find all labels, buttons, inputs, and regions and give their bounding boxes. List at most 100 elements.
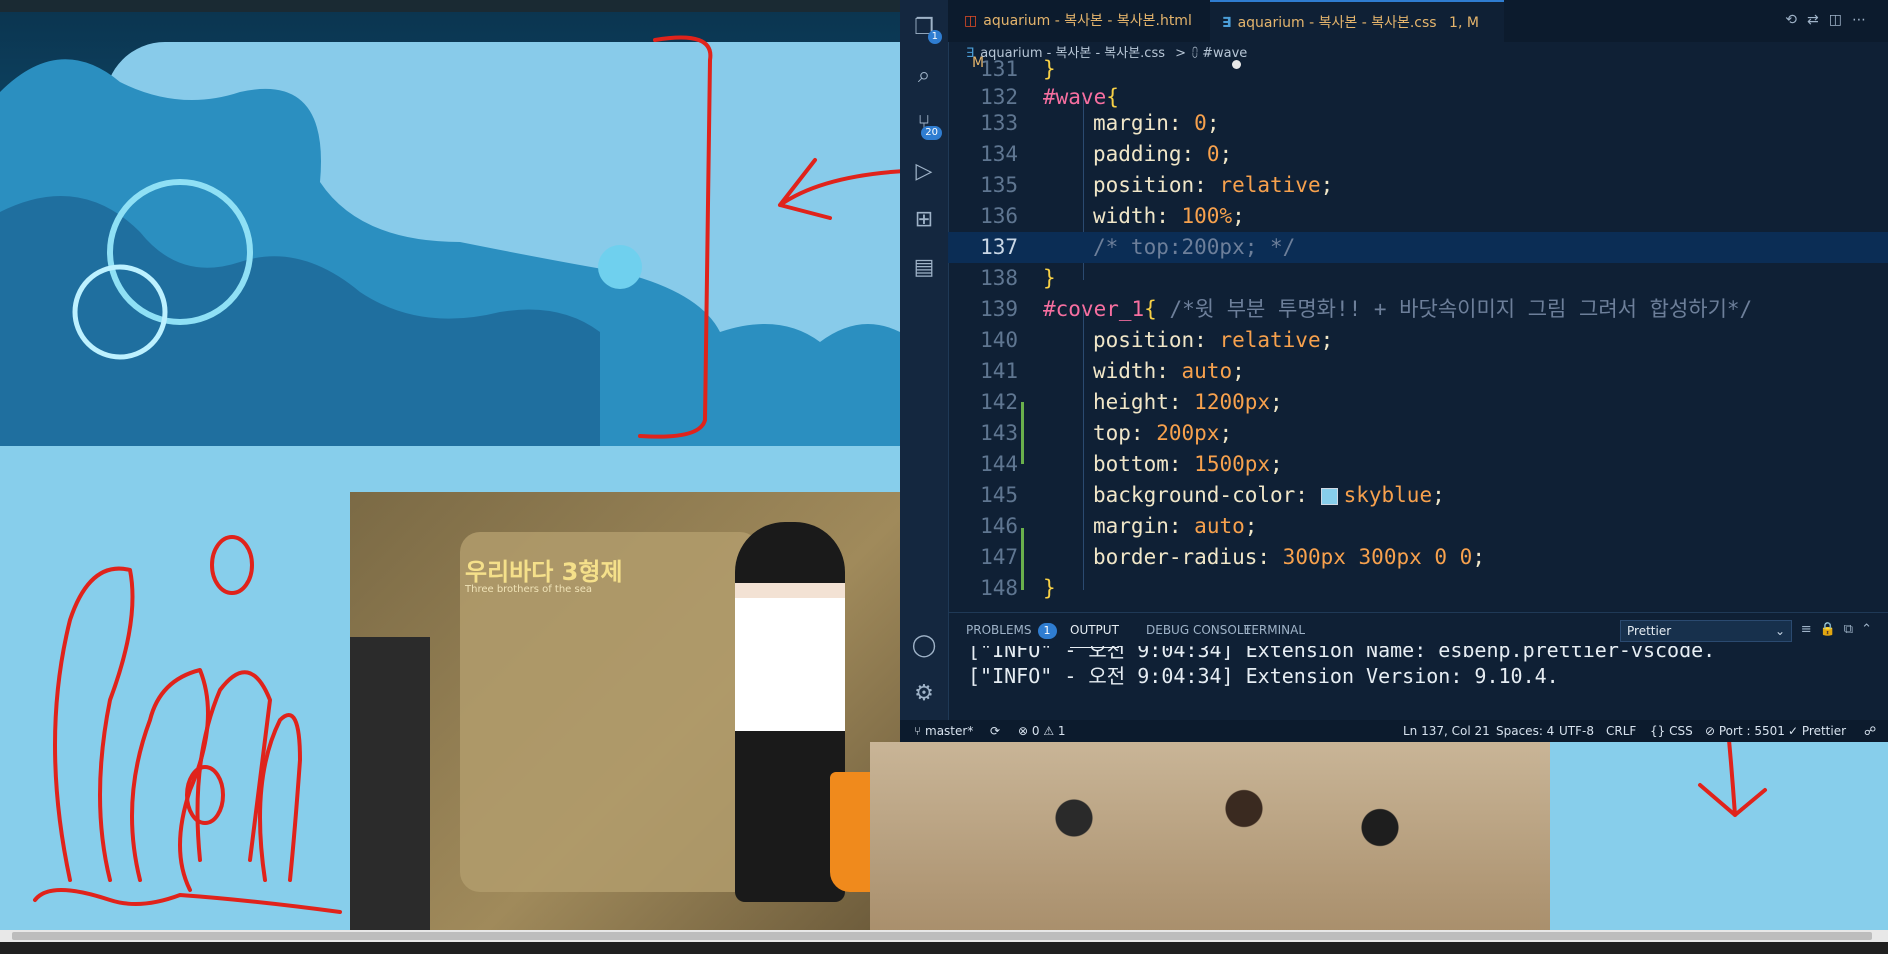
code-token: relative [1219,328,1321,352]
cursor-position[interactable]: Ln 137, Col 21 [1403,720,1490,742]
code-token: ; [1219,421,1233,445]
output-channel-select[interactable]: Prettier ⌄ [1620,620,1792,642]
code-token: } [1043,576,1056,600]
code-token: #cover_1 [1043,297,1145,321]
code-token: ; [1232,204,1245,228]
line-number: 143 [980,421,1018,445]
tab-problems[interactable]: PROBLEMS 1 [966,613,1057,647]
problems-status[interactable]: ⊗ 0 ⚠ 1 [1018,720,1066,742]
code-token: ; [1232,359,1245,383]
presenter-figure [735,522,845,902]
line-number: 145 [980,483,1018,507]
prettier-status[interactable]: ✓ Prettier [1788,720,1846,742]
notifications-icon[interactable]: ☍ [1864,720,1876,742]
tab-debug-console[interactable]: DEBUG CONSOLE [1146,613,1251,647]
maximize-panel-icon[interactable]: ⧉ [1844,622,1861,637]
code-line[interactable]: 146 margin: auto; [948,511,1888,542]
code-line[interactable]: 136 width: 100%; [948,201,1888,232]
branch-status[interactable]: ⑂ master* [914,720,973,742]
line-number: 144 [980,452,1018,476]
sync-icon[interactable]: ⟳ [990,720,1000,742]
tab-css-label: aquarium - 복사본 - 복사본.css [1237,15,1437,31]
code-token: #wave [1043,85,1107,109]
code-line[interactable]: 134 padding: 0; [948,139,1888,170]
output-line: ["INFO" - 오전 9:04:34] Extension Version:… [968,664,1559,688]
language-name: CSS [1669,724,1693,738]
code-token: position: [1093,173,1207,197]
scrollbar-thumb[interactable] [12,932,1872,940]
code-line-active[interactable]: 137 /* top:200px; */ [948,232,1888,263]
problems-badge: 1 [1037,623,1057,639]
line-number: 138 [980,266,1018,290]
code-token: relative [1219,173,1321,197]
code-token: bottom: [1093,452,1182,476]
lock-icon[interactable]: 🔒 [1820,622,1844,637]
run-debug-icon[interactable]: ▷ [910,158,938,186]
exhibit-title: 우리바다 3형제 [465,558,623,586]
braces-icon: {} [1650,724,1670,738]
tab-css-status: 1, M [1449,15,1479,31]
output-panel[interactable]: ["INFO" - 오전 9:04:34] Extension Name: es… [948,646,1888,720]
code-line[interactable]: 144 bottom: 1500px; [948,449,1888,480]
horizontal-scrollbar[interactable] [0,930,1888,942]
code-line[interactable]: 133 margin: 0; [948,108,1888,139]
line-number: 137 [980,235,1018,259]
code-line[interactable]: 147 border-radius: 300px 300px 0 0; [948,542,1888,573]
code-line[interactable]: 141 width: auto; [948,356,1888,387]
code-token: width: [1093,359,1169,383]
code-token: ; [1432,483,1445,507]
code-line[interactable]: 135 position: relative; [948,170,1888,201]
settings-gear-icon[interactable]: ⚙ [910,680,938,708]
output-channel-value: Prettier [1627,624,1672,638]
tab-terminal[interactable]: TERMINAL [1244,613,1305,647]
line-number: 142 [980,390,1018,414]
code-token: padding: [1093,142,1195,166]
code-line[interactable]: 131} [948,54,1888,85]
error-icon: ⊗ [1018,724,1032,738]
chevron-up-icon[interactable]: ⌃ [1861,622,1880,637]
code-token: ; [1270,390,1283,414]
line-number: 135 [980,173,1018,197]
tab-html-file[interactable]: ◫ aquarium - 복사본 - 복사본.html M [952,0,1216,71]
more-actions-icon[interactable]: ⋯ [1852,12,1876,28]
tab-debug-console-label: DEBUG CONSOLE [1146,623,1252,637]
live-server-port[interactable]: ⊘ Port : 5501 [1705,720,1785,742]
end-of-line[interactable]: CRLF [1606,720,1636,742]
code-line[interactable]: 142 height: 1200px; [948,387,1888,418]
clear-output-icon[interactable]: ≡ [1801,622,1820,637]
code-line[interactable]: 140 position: relative; [948,325,1888,356]
extensions-icon[interactable]: ⊞ [910,206,938,234]
language-mode[interactable]: {} CSS [1650,720,1693,742]
code-token: skyblue [1343,483,1433,507]
color-swatch-icon[interactable] [1320,487,1338,505]
split-editor-icon[interactable]: ◫ [1829,12,1852,28]
tab-terminal-label: TERMINAL [1244,623,1306,637]
code-line[interactable]: 139 #cover_1{ /*윗 부분 투명화!! + 바닷속이미지 그림 그려… [948,294,1888,325]
panel-tab-bar: PROBLEMS 1 OUTPUT DEBUG CONSOLE TERMINAL … [948,612,1888,648]
account-icon[interactable]: ◯ [910,632,938,660]
code-token: 0 [1194,111,1207,135]
code-token: ; [1206,111,1220,135]
tab-css-file[interactable]: ∃ aquarium - 복사본 - 복사본.css 1, M [1210,0,1504,69]
tab-output[interactable]: OUTPUT [1070,613,1119,648]
source-control-icon[interactable]: ⑂ 20 [910,110,942,140]
code-token: 200px [1156,421,1220,445]
files-icon[interactable]: ❐ 1 [910,14,942,44]
code-token: ; [1219,142,1233,166]
tab-html-label: aquarium - 복사본 - 복사본.html [983,13,1192,29]
code-line[interactable]: 143 top: 200px; [948,418,1888,449]
remote-icon[interactable]: ▤ [910,254,938,282]
code-line[interactable]: 138} [948,263,1888,294]
code-token: 0 [1206,142,1220,166]
encoding[interactable]: UTF-8 [1559,720,1594,742]
port-icon: ⊘ [1705,724,1719,738]
check-icon: ✓ [1788,724,1802,738]
timeline-icon[interactable]: ⟲ [1785,12,1807,28]
search-icon[interactable]: ⌕ [910,62,938,90]
code-line[interactable]: 145 background-color: skyblue; [948,480,1888,511]
code-line[interactable]: 148} [948,573,1888,604]
indentation[interactable]: Spaces: 4 [1496,720,1554,742]
code-token: height: [1093,390,1182,414]
compare-changes-icon[interactable]: ⇄ [1807,12,1829,28]
code-editor[interactable]: 131} 132 #wave{ 133 margin: 0; 134 padding:… [948,57,1888,612]
